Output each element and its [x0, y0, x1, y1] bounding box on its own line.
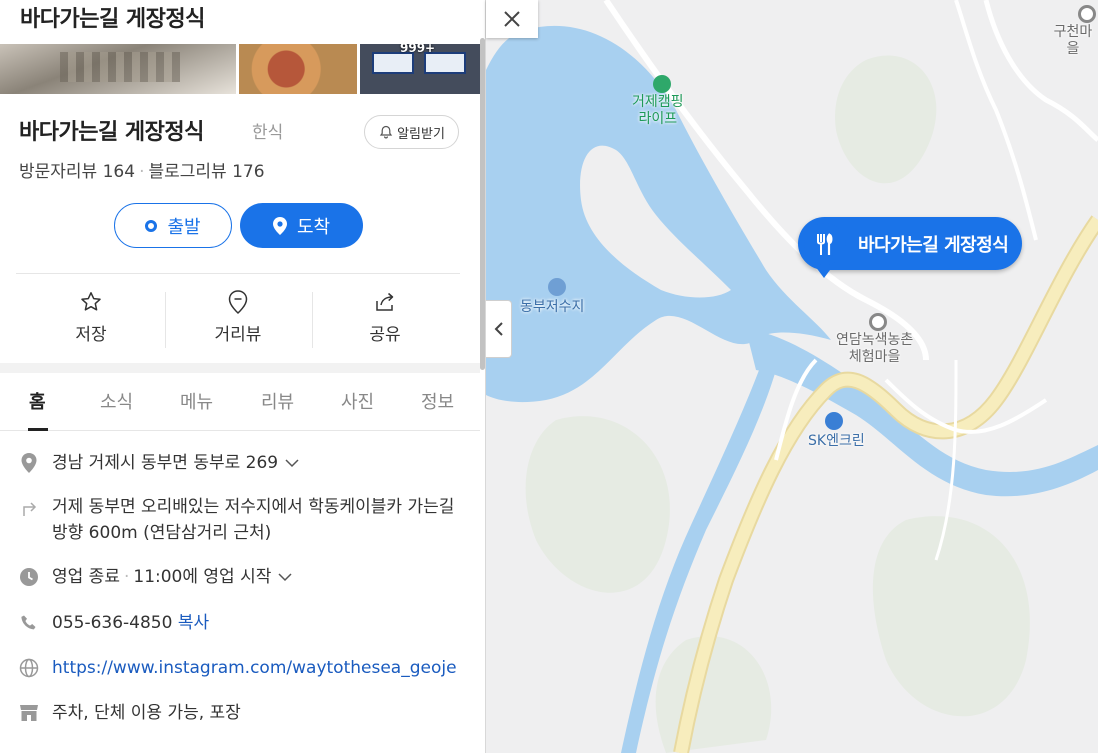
map-label-village[interactable]: 연담녹색농촌 체험마을	[836, 332, 913, 366]
review-counts: 방문자리뷰 164 · 블로그리뷰 176	[19, 157, 265, 182]
map-canvas[interactable]	[486, 0, 1098, 753]
restaurant-icon	[804, 222, 846, 265]
phone-number: 055-636-4850	[52, 613, 173, 633]
alert-button[interactable]: 알림받기	[364, 115, 459, 149]
store-icon	[20, 705, 38, 721]
map-label-gucheon[interactable]: 구천마을	[1048, 24, 1098, 58]
photo-strip[interactable]: 999+	[0, 44, 480, 94]
directions-row: 거제 동부면 오리배있는 저수지에서 학동케이블카 가는길 방향 600m (연…	[19, 494, 472, 546]
route-end-button[interactable]: 도착	[240, 203, 363, 248]
photo-sign	[424, 52, 466, 74]
share-icon	[376, 292, 394, 311]
tab-info[interactable]: 정보	[421, 388, 454, 414]
streetview-pin-icon	[228, 290, 248, 315]
place-category: 한식	[252, 123, 284, 143]
chevron-down-icon[interactable]	[284, 458, 300, 468]
place-panel: 바다가는길 게장정식 999+ 바다가는길 게장정식 한식 알림받기 방문자리뷰…	[0, 0, 486, 753]
map-label-gas-station[interactable]: SK엔크린	[808, 433, 865, 450]
blog-reviews-link[interactable]: 블로그리뷰 176	[148, 162, 264, 182]
hours-detail: 11:00에 영업 시작	[133, 567, 272, 587]
photo-1[interactable]	[0, 44, 236, 94]
map-view[interactable]: 거제캠핑 라이프 동부저수지 연담녹색농촌 체험마을 SK엔크린 구천마을	[486, 0, 1098, 753]
close-icon	[504, 11, 520, 27]
copy-phone-link[interactable]: 복사	[178, 613, 209, 633]
section-gap	[0, 363, 480, 373]
address-text: 경남 거제시 동부면 동부로 269	[52, 453, 279, 473]
map-label-reservoir[interactable]: 동부저수지	[520, 299, 584, 316]
alert-button-label: 알림받기	[397, 126, 445, 142]
photo-count-badge: 999+	[400, 44, 436, 55]
website-row: https://www.instagram.com/waytothesea_ge…	[19, 655, 472, 681]
visitor-reviews-link[interactable]: 방문자리뷰 164	[19, 162, 135, 182]
globe-icon	[19, 658, 39, 678]
tab-menu[interactable]: 메뉴	[180, 388, 213, 414]
share-action[interactable]: 공유	[312, 289, 458, 345]
divider	[16, 273, 460, 274]
village-icon[interactable]	[869, 313, 887, 331]
reservoir-icon[interactable]	[548, 278, 566, 296]
chevron-down-icon[interactable]	[277, 572, 293, 582]
start-marker-icon	[145, 219, 158, 232]
tab-home[interactable]: 홈	[29, 388, 46, 414]
place-pin[interactable]: 바다가는길 게장정식	[798, 217, 1022, 270]
save-action[interactable]: 저장	[18, 289, 164, 345]
gas-station-icon[interactable]	[825, 412, 843, 430]
photo-sign	[372, 52, 414, 74]
hours-row[interactable]: 영업 종료 · 11:00에 영업 시작	[19, 564, 472, 590]
clock-icon	[20, 568, 38, 586]
location-pin-icon	[272, 216, 287, 235]
streetview-action[interactable]: 거리뷰	[165, 289, 311, 345]
close-panel-button[interactable]	[486, 0, 538, 38]
collapse-panel-button[interactable]	[486, 300, 512, 358]
website-link[interactable]: https://www.instagram.com/waytothesea_ge…	[52, 655, 472, 681]
active-tab-indicator	[28, 428, 48, 431]
panel-scrollbar[interactable]	[480, 38, 485, 370]
photo-2[interactable]	[239, 44, 357, 94]
tab-photos[interactable]: 사진	[341, 388, 374, 414]
route-end-label: 도착	[296, 216, 331, 238]
map-label-camping[interactable]: 거제캠핑 라이프	[632, 94, 684, 128]
share-label: 공유	[369, 325, 401, 345]
pin-label: 바다가는길 게장정식	[858, 234, 1009, 256]
save-label: 저장	[75, 325, 107, 345]
phone-row: 055-636-4850 복사	[19, 610, 472, 636]
header-title: 바다가는길 게장정식	[20, 7, 205, 32]
pin-tail	[815, 266, 833, 278]
place-name: 바다가는길 게장정식	[19, 120, 204, 145]
directions-text: 거제 동부면 오리배있는 저수지에서 학동케이블카 가는길 방향 600m (연…	[52, 497, 455, 543]
facilities-row: 주차, 단체 이용 가능, 포장	[19, 700, 472, 726]
bell-icon	[379, 125, 393, 139]
star-icon	[81, 292, 101, 311]
location-icon	[21, 453, 37, 473]
turn-arrow-icon	[23, 502, 37, 516]
route-start-button[interactable]: 출발	[114, 203, 232, 248]
address-row[interactable]: 경남 거제시 동부면 동부로 269	[19, 450, 472, 476]
photo-3[interactable]: 999+	[360, 44, 480, 94]
gucheon-icon[interactable]	[1078, 5, 1096, 23]
facilities-text: 주차, 단체 이용 가능, 포장	[52, 703, 241, 723]
hours-status: 영업 종료	[52, 567, 120, 587]
streetview-label: 거리뷰	[214, 325, 262, 345]
tab-news[interactable]: 소식	[100, 388, 133, 414]
phone-icon	[21, 615, 36, 630]
route-start-label: 출발	[167, 216, 201, 238]
tab-bar: 홈 소식 메뉴 리뷰 사진 정보	[0, 373, 480, 431]
separator-dot: ·	[123, 567, 130, 587]
camping-icon[interactable]	[653, 75, 671, 93]
tab-reviews[interactable]: 리뷰	[261, 388, 294, 414]
chevron-left-icon	[494, 322, 503, 336]
separator-dot: ·	[139, 162, 145, 182]
